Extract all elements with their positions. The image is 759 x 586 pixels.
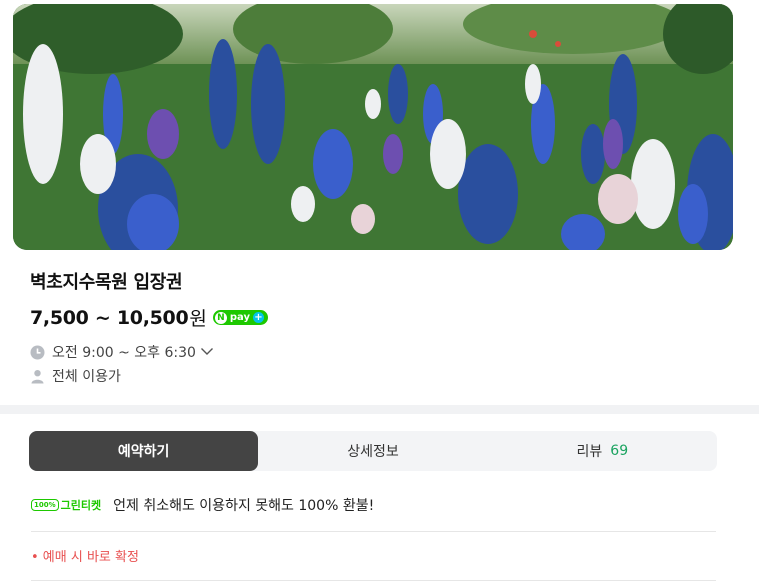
clock-icon — [30, 345, 45, 360]
flower-garden-illustration — [13, 4, 733, 250]
audience-text: 전체 이용가 — [52, 369, 121, 385]
npay-label: pay — [229, 312, 250, 323]
opening-hours-row[interactable]: 오전 9:00 ~ 오후 6:30 — [30, 342, 214, 362]
tab-details-label: 상세정보 — [347, 444, 399, 460]
green-ticket-pct: 100% — [31, 499, 59, 511]
green-ticket-label: 그린티켓 — [60, 499, 102, 512]
npay-plus-icon: + — [252, 312, 264, 323]
hero-image — [13, 4, 733, 250]
price-range: 7,500 ~ 10,500 — [30, 306, 189, 329]
npay-n-icon: N — [214, 311, 227, 324]
divider-line — [31, 531, 716, 532]
review-count: 69 — [610, 443, 629, 459]
tab-bar: 예약하기 상세정보 리뷰 69 — [29, 431, 717, 471]
refund-text: 언제 취소해도 이용하지 못해도 100% 환불! — [113, 498, 375, 514]
price-currency: 원 — [189, 308, 207, 330]
refund-notice: 100% 그린티켓 언제 취소해도 이용하지 못해도 100% 환불! — [31, 495, 374, 515]
opening-hours-text: 오전 9:00 ~ 오후 6:30 — [52, 345, 196, 361]
tab-booking[interactable]: 예약하기 — [29, 431, 259, 471]
instant-confirm-notice: • 예매 시 바로 확정 — [31, 550, 139, 565]
green-ticket-badge: 100% 그린티켓 — [31, 496, 101, 514]
divider-line — [31, 580, 716, 581]
tab-reviews-label: 리뷰 — [576, 444, 603, 460]
price-row: 7,500 ~ 10,500 원 N pay + — [30, 304, 268, 331]
tab-booking-label: 예약하기 — [117, 444, 170, 460]
audience-row: 전체 이용가 — [30, 366, 121, 386]
tab-reviews[interactable]: 리뷰 69 — [488, 431, 717, 471]
npay-plus-badge: N pay + — [212, 310, 268, 325]
section-divider — [0, 405, 759, 414]
chevron-down-icon[interactable] — [200, 344, 214, 360]
product-title: 벽초지수목원 입장권 — [30, 272, 183, 293]
person-icon — [30, 369, 45, 384]
tab-details[interactable]: 상세정보 — [258, 431, 487, 471]
